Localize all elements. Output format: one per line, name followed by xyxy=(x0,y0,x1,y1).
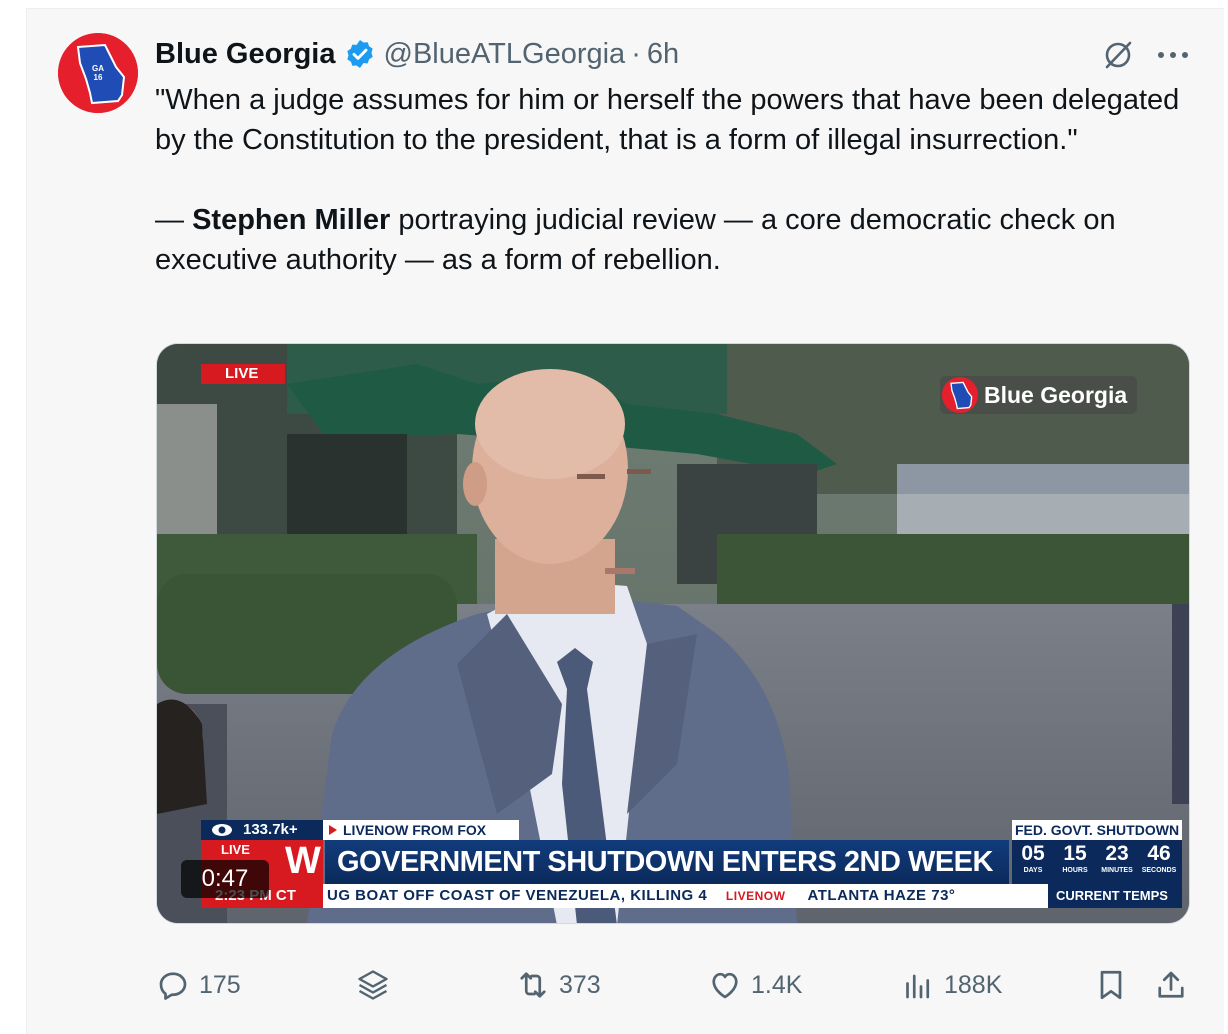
layers-icon xyxy=(358,970,388,1000)
tweet-header: Blue Georgia @BlueATLGeorgia · 6h xyxy=(155,34,679,74)
ticker-weather: ATLANTA HAZE 73° xyxy=(807,887,956,904)
countdown-minutes: 23 MINUTES xyxy=(1101,842,1133,874)
news-source-label: LIVENOW FROM FOX xyxy=(323,820,519,840)
tweet-quote: "When a judge assumes for him or herself… xyxy=(155,84,1180,156)
eye-icon xyxy=(212,824,232,836)
verified-badge-icon xyxy=(344,38,376,70)
reply-button[interactable]: 175 xyxy=(155,960,241,1010)
views-button[interactable]: 188K xyxy=(900,960,1002,1010)
shutdown-label: FED. GOVT. SHUTDOWN xyxy=(1012,820,1182,840)
author-name[interactable]: Blue Georgia xyxy=(155,38,336,71)
page: GA 16 Blue Georgia @BlueATLGeorgia · 6h … xyxy=(0,0,1228,1034)
retweet-icon xyxy=(520,972,546,998)
retweet-button[interactable]: 373 xyxy=(515,960,601,1010)
tweet-attribution: — Stephen Miller portraying judicial rev… xyxy=(155,204,1116,276)
bookmark-button[interactable] xyxy=(1093,960,1137,1010)
georgia-map-icon xyxy=(942,377,978,413)
live-indicator: LIVE xyxy=(201,364,285,384)
svg-text:16: 16 xyxy=(94,73,103,82)
separator-dot: · xyxy=(631,37,641,70)
ticker-current-temps: CURRENT TEMPS xyxy=(1048,884,1182,908)
news-headline: GOVERNMENT SHUTDOWN ENTERS 2ND WEEK xyxy=(325,840,1009,884)
like-button[interactable]: 1.4K xyxy=(707,960,802,1010)
grok-stack-button[interactable] xyxy=(355,960,399,1010)
channel-watermark: Blue Georgia xyxy=(940,376,1138,414)
countdown-days: 05 DAYS xyxy=(1021,842,1045,874)
quoted-person: Stephen Miller xyxy=(192,204,391,236)
bookmark-icon xyxy=(1100,970,1122,1000)
more-options-icon[interactable] xyxy=(1154,40,1192,70)
reply-count: 175 xyxy=(199,970,241,999)
analytics-icon xyxy=(906,974,930,999)
watermark-text: Blue Georgia xyxy=(984,381,1128,408)
news-ticker: 2:23 PM CT UG BOAT OFF COAST OF VENEZUEL… xyxy=(201,884,1182,908)
svg-text:GA: GA xyxy=(92,64,104,73)
author-handle[interactable]: @BlueATLGeorgia xyxy=(384,38,626,71)
tweet-text: "When a judge assumes for him or herself… xyxy=(155,80,1195,280)
like-count: 1.4K xyxy=(751,970,803,999)
video-player[interactable]: LIVE Blue Georgia 133.7k+ LIVENOW FROM F… xyxy=(156,343,1190,924)
retweet-count: 373 xyxy=(559,970,601,999)
video-duration: 0:47 xyxy=(181,860,269,898)
countdown-hours: 15 HOURS xyxy=(1062,842,1088,874)
share-icon xyxy=(1158,971,1184,998)
countdown-seconds: 46 SECONDS xyxy=(1141,842,1177,874)
shutdown-countdown: 05 DAYS 15 HOURS 23 MINUTES 46 SECONDS xyxy=(1012,840,1182,884)
heart-icon xyxy=(712,972,738,999)
tweet-actions: 175 373 1.4K 188K xyxy=(155,960,1195,1010)
ticker-brand: LIVENOW xyxy=(725,889,786,903)
tweet-timestamp[interactable]: 6h xyxy=(647,38,679,71)
view-count: 188K xyxy=(944,970,1003,999)
grok-icon[interactable] xyxy=(1101,38,1135,72)
reply-icon xyxy=(159,972,187,1000)
georgia-map-icon: GA 16 xyxy=(58,33,138,113)
author-avatar[interactable]: GA 16 xyxy=(58,33,138,113)
ticker-story: UG BOAT OFF COAST OF VENEZUELA, KILLING … xyxy=(327,887,708,904)
share-button[interactable] xyxy=(1153,960,1197,1010)
viewer-count: 133.7k+ xyxy=(201,820,323,840)
